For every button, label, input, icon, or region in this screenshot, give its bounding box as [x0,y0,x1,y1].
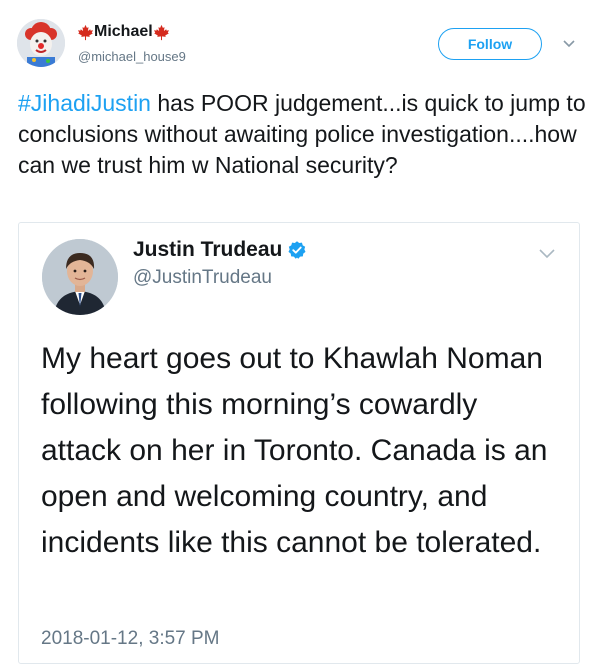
chevron-down-icon[interactable] [563,40,575,48]
person-portrait-image [42,239,118,315]
verified-badge-icon [288,241,306,259]
maple-leaf-icon [78,24,93,40]
hashtag-link[interactable]: #JihadiJustin [18,90,151,116]
tweet-text: #JihadiJustin has POOR judgement...is qu… [18,88,593,181]
quoted-author-display-name: Justin Trudeau [133,238,283,261]
quoted-author-name-row[interactable]: Justin Trudeau [133,238,307,262]
chevron-down-icon[interactable] [539,249,555,259]
author-handle[interactable]: @michael_house9 [78,49,186,64]
author-display-name: Michael [94,23,153,40]
follow-button[interactable]: Follow [438,28,542,60]
quoted-author-avatar[interactable] [42,239,118,315]
maple-leaf-icon [153,24,169,40]
author-avatar[interactable] [17,19,65,67]
author-name-row[interactable]: Michael [77,23,170,41]
quoted-author-handle[interactable]: @JustinTrudeau [133,267,272,289]
quoted-tweet-timestamp[interactable]: 2018-01-12, 3:57 PM [41,628,220,650]
quoted-tweet-card[interactable]: Justin Trudeau @JustinTrudeau My heart g… [18,222,580,664]
quoted-tweet-text: My heart goes out to Khawlah Noman follo… [41,342,548,559]
clown-avatar-image [17,19,65,67]
